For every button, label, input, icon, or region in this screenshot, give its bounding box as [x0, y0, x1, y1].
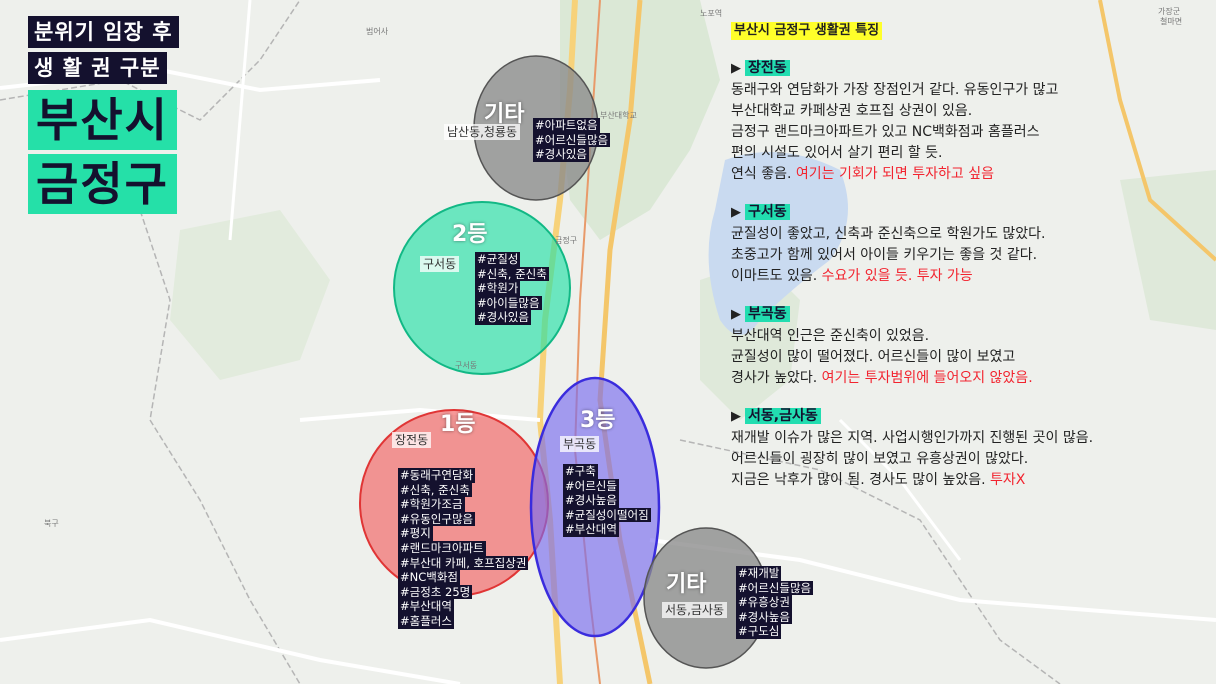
zone-tags: #아파트없음 #어르신들많음 #경사있음 [533, 118, 611, 162]
section-line: 어르신들이 굉장히 많이 보였고 유흥상권이 많았다. [731, 451, 1029, 467]
section-last-line: 지금은 낙후가 많이 됨. 경사도 많이 높았음. 투자X [731, 470, 1201, 491]
zone-tag: #유흥상권 [736, 595, 792, 610]
section-line: 동래구와 연담화가 가장 장점인거 같다. 유동인구가 많고 [731, 82, 1059, 98]
zone-tag: #금정초 25명 [398, 584, 473, 600]
section-bugok: ▶ 부곡동 부산대역 인근은 준신축이 있었음. 균질성이 많이 떨어졌다. 어르… [731, 303, 1201, 389]
zone-rank-label: 2등 [452, 222, 488, 247]
section-last-line: 경사가 높았다. 여기는 투자범위에 들어오지 않았음. [731, 368, 1201, 389]
zone-tag: #NC백화점 [398, 570, 461, 585]
section-line: 균질성이 좋았고, 신축과 준신축으로 학원가도 많았다. [731, 226, 1046, 242]
zone-tag: #학원가 [475, 281, 521, 296]
section-guseo: ▶ 구서동 균질성이 좋았고, 신축과 준신축으로 학원가도 많았다. 초중고가 … [731, 201, 1201, 287]
section-text: 경사가 높았다. [731, 370, 822, 386]
section-text: 지금은 낙후가 많이 됨. 경사도 많이 높았음. [731, 472, 991, 488]
zone-tags: #균질성 #신축, 준신축 #학원가 #아이들많음 #경사있음 [475, 252, 549, 325]
title-big-2: 금정구 [28, 154, 177, 214]
title-line-1: 분위기 임장 후 [28, 16, 179, 48]
section-header: ▶ 구서동 [731, 201, 1201, 224]
section-line: 부산대학교 카페상권 호프집 상권이 있음. [731, 103, 973, 119]
title-big-1: 부산시 [28, 90, 177, 150]
zone-tag: #유동인구많음 [398, 511, 476, 527]
section-line: 균질성이 많이 떨어졌다. 어르신들이 많이 보였고 [731, 349, 1016, 365]
map-label: 범어사 [366, 27, 389, 36]
map-label: 구서동 [455, 361, 478, 370]
arrow-icon: ▶ [731, 409, 741, 424]
zone-tag: #어르신들많음 [736, 580, 814, 596]
section-line: 재개발 이슈가 많은 지역. 사업시행인가까지 진행된 곳이 많음. [731, 430, 1094, 446]
section-header: ▶ 부곡동 [731, 303, 1201, 326]
zone-rank-label: 기타 [666, 572, 707, 597]
zone-tag: #경사높음 [563, 493, 619, 508]
panel-title: 부산시 금정구 생활권 특징 [731, 22, 883, 40]
arrow-icon: ▶ [731, 61, 741, 76]
section-line: 초중고가 함께 있어서 아이들 키우기는 좋을 것 같다. [731, 247, 1038, 263]
section-line: 부산대역 인근은 준신축이 있었음. [731, 328, 930, 344]
zone-rank-label: 1등 [440, 412, 476, 437]
zone-tag: #동래구연담화 [398, 468, 476, 483]
zone-tag: #균질성 [475, 252, 521, 267]
section-opinion: 여기는 기회가 되면 투자하고 싶음 [795, 166, 994, 182]
zone-tag: #아이들많음 [475, 295, 542, 311]
section-header: ▶ 장전동 [731, 57, 1201, 80]
section-last-line: 연식 좋음. 여기는 기회가 되면 투자하고 싶음 [731, 164, 1201, 185]
section-opinion: 여기는 투자범위에 들어오지 않았음. [821, 370, 1033, 386]
arrow-icon: ▶ [731, 307, 741, 322]
map-label: 금정구 [555, 236, 578, 245]
section-line: 편의 시설도 있어서 살기 편리 할 듯. [731, 145, 943, 161]
zone-tag: #평지 [398, 526, 433, 541]
section-name: 서동,금사동 [745, 408, 821, 424]
section-opinion: 수요가 있을 듯. 투자 가능 [821, 268, 973, 284]
section-text: 이마트도 있음. [731, 268, 822, 284]
zone-tag: #부산대역 [398, 599, 454, 614]
zone-area-label: 남산동,청룡동 [444, 124, 521, 140]
zone-tag: #어르신들많음 [533, 132, 611, 148]
map-label: 북구 [44, 519, 59, 528]
section-name: 부곡동 [745, 306, 790, 322]
section-seodong: ▶ 서동,금사동 재개발 이슈가 많은 지역. 사업시행인가까지 진행된 곳이 많… [731, 405, 1201, 491]
section-text: 연식 좋음. [731, 166, 796, 182]
zone-tag: #부산대역 [563, 522, 619, 537]
section-opinion: 투자X [990, 472, 1026, 488]
zone-tag: #홈플러스 [398, 613, 454, 629]
zone-tag: #아파트없음 [533, 118, 600, 133]
zone-area-label: 장전동 [392, 432, 432, 448]
zone-area-label: 구서동 [420, 256, 460, 272]
zone-tag: #구도심 [736, 624, 782, 639]
zone-tag: #재개발 [736, 566, 782, 581]
zone-tags: #재개발 #어르신들많음 #유흥상권 #경사높음 #구도심 [736, 566, 814, 639]
map-label: 노포역 [700, 9, 723, 18]
zone-tag: #신축, 준신축 [398, 482, 472, 498]
section-jangjeon: ▶ 장전동 동래구와 연담화가 가장 장점인거 같다. 유동인구가 많고 부산대학… [731, 57, 1201, 185]
zone-tag: #경사있음 [475, 310, 531, 325]
title-line-2: 생 활 권 구분 [28, 52, 167, 84]
zone-tag: #신축, 준신축 [475, 266, 549, 282]
section-line: 금정구 랜드마크아파트가 있고 NC백화점과 홈플러스 [731, 124, 1040, 140]
zone-tag: #부산대 카페, 호프집상권 [398, 555, 529, 571]
zone-tags: #구축 #어르신들 #경사높음 #균질성이떨어짐 #부산대역 [563, 464, 651, 537]
zone-tag: #균질성이떨어짐 [563, 507, 651, 523]
zone-tag: #경사높음 [736, 609, 792, 625]
section-header: ▶ 서동,금사동 [731, 405, 1201, 428]
zone-area-label: 서동,금사동 [662, 602, 728, 618]
section-name: 구서동 [745, 204, 790, 220]
zone-tags: #동래구연담화 #신축, 준신축 #학원가조금 #유동인구많음 #평지 #랜드마… [398, 468, 529, 629]
description-panel: 부산시 금정구 생활권 특징 ▶ 장전동 동래구와 연담화가 가장 장점인거 같다… [731, 20, 1201, 491]
zone-tag: #어르신들 [563, 478, 619, 494]
section-last-line: 이마트도 있음. 수요가 있을 듯. 투자 가능 [731, 266, 1201, 287]
zone-tag: #랜드마크아파트 [398, 540, 486, 556]
zone-tag: #경사있음 [533, 147, 589, 162]
arrow-icon: ▶ [731, 205, 741, 220]
zone-tag: #학원가조금 [398, 497, 465, 512]
zone-tag: #구축 [563, 464, 598, 479]
section-name: 장전동 [745, 60, 790, 76]
zone-rank-label: 3등 [580, 408, 616, 433]
zone-area-label: 부곡동 [560, 436, 600, 452]
